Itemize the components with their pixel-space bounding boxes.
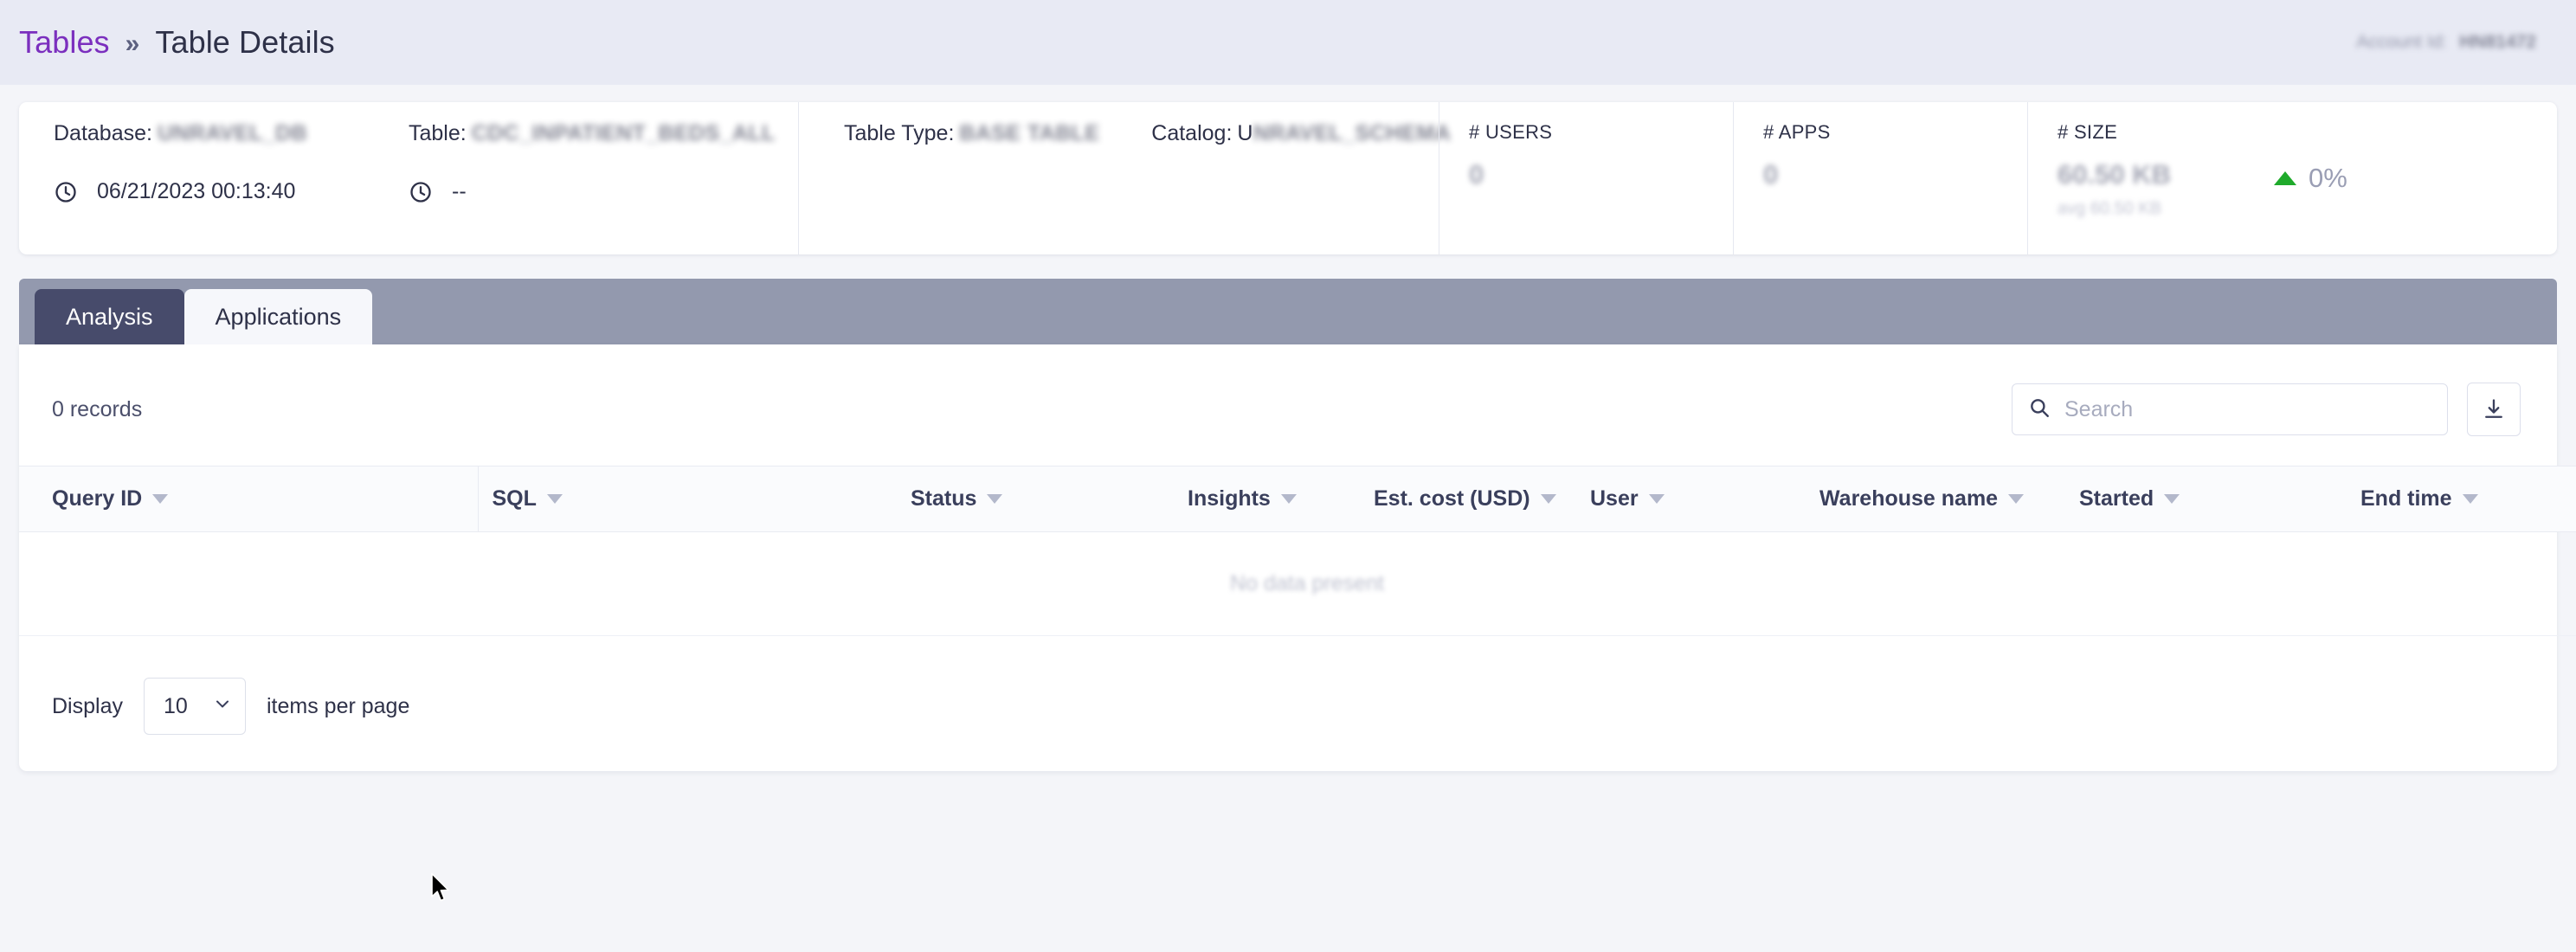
records-count: 0 records <box>52 397 142 422</box>
column-header-warehouse-name[interactable]: Warehouse name <box>1819 466 2079 532</box>
column-header-insights-label: Insights <box>1188 486 1271 511</box>
database-block: Database: UNRAVEL_DB 06/21/2023 00:13:40 <box>19 102 374 254</box>
metric-apps-label: # APPS <box>1763 121 2027 144</box>
sort-caret-icon[interactable] <box>2164 494 2180 504</box>
catalog-label: Catalog: <box>1151 121 1232 146</box>
search-input[interactable] <box>2064 397 2431 422</box>
table-value: CDC_INPATIENT_BEDS_ALL <box>472 121 776 146</box>
breadcrumb-link-tables[interactable]: Tables <box>19 24 110 61</box>
sort-caret-icon[interactable] <box>1281 494 1297 504</box>
database-value: UNRAVEL_DB <box>158 121 307 146</box>
table-type-label: Table Type: <box>844 121 954 146</box>
column-header-status[interactable]: Status <box>911 466 1188 532</box>
items-per-page-label: items per page <box>267 694 409 719</box>
column-header-user[interactable]: User <box>1590 466 1819 532</box>
table-name-field: Table: CDC_INPATIENT_BEDS_ALL <box>409 121 798 146</box>
table-type-field: Table Type: BASE TABLE <box>844 121 1099 146</box>
metric-size-value: 60.50 KB <box>2058 159 2274 190</box>
page-size-value: 10 <box>164 694 188 719</box>
sort-caret-icon[interactable] <box>2008 494 2024 504</box>
column-header-insights[interactable]: Insights <box>1188 466 1374 532</box>
catalog-value-hidden: NRAVEL_SCHEMA <box>1253 121 1451 145</box>
column-header-sql-label: SQL <box>493 486 537 511</box>
column-header-sql[interactable]: SQL <box>478 466 911 532</box>
metric-apps: # APPS 0 <box>1733 102 2027 254</box>
catalog-field: Catalog: UNRAVEL_SCHEMA <box>1151 121 1451 146</box>
account-info: Account Id: HN81472 <box>2356 32 2536 53</box>
table-type-value: BASE TABLE <box>959 121 1099 146</box>
column-header-user-label: User <box>1590 486 1639 511</box>
metric-apps-value: 0 <box>1763 159 2027 190</box>
column-header-end-time-label: End time <box>2360 486 2452 511</box>
column-header-end-time[interactable]: End time <box>2360 466 2576 532</box>
table-body: No data present <box>19 532 2576 636</box>
column-header-query-id[interactable]: Query ID <box>19 466 478 532</box>
column-header-est-cost[interactable]: Est. cost (USD) <box>1374 466 1590 532</box>
mouse-cursor <box>430 872 453 905</box>
tab-analysis[interactable]: Analysis <box>35 289 184 344</box>
tab-bar: Analysis Applications <box>19 279 2557 344</box>
tab-applications[interactable]: Applications <box>184 289 373 344</box>
sort-caret-icon[interactable] <box>2463 494 2478 504</box>
catalog-value-visible: U <box>1237 121 1253 145</box>
chevron-down-icon <box>212 693 233 720</box>
modified-time-field: -- <box>409 179 798 204</box>
table-toolbar: 0 records <box>19 344 2557 466</box>
breadcrumb: Tables » Table Details <box>19 24 335 61</box>
breadcrumb-separator-icon: » <box>126 26 140 59</box>
column-header-est-cost-label: Est. cost (USD) <box>1374 486 1530 511</box>
metric-size-label: # SIZE <box>2058 121 2557 144</box>
modified-time-value: -- <box>452 179 467 204</box>
database-field: Database: UNRAVEL_DB <box>54 121 374 146</box>
metric-size: # SIZE 60.50 KB avg 60.50 KB 0% <box>2027 102 2557 254</box>
column-header-warehouse-name-label: Warehouse name <box>1819 486 1998 511</box>
metric-size-average: avg 60.50 KB <box>2058 199 2274 219</box>
catalog-value: UNRAVEL_SCHEMA <box>1237 121 1451 146</box>
applications-table: Query ID SQL Status Insights Est. cost (… <box>19 466 2576 636</box>
table-header-row: Query ID SQL Status Insights Est. cost (… <box>19 466 2576 532</box>
clock-icon <box>409 180 433 204</box>
account-id-value: HN81472 <box>2459 32 2536 53</box>
metric-size-delta: 0% <box>2274 163 2347 194</box>
table-label: Table: <box>409 121 467 146</box>
metric-users-value: 0 <box>1469 159 1733 190</box>
table-block: Table: CDC_INPATIENT_BEDS_ALL -- <box>374 102 798 254</box>
page-size-select[interactable]: 10 <box>144 678 246 735</box>
sort-caret-icon[interactable] <box>547 494 563 504</box>
metric-size-delta-value: 0% <box>2309 163 2347 194</box>
table-empty-row: No data present <box>19 532 2576 636</box>
sort-caret-icon[interactable] <box>987 494 1002 504</box>
no-data-message: No data present <box>19 571 2576 596</box>
trend-up-icon <box>2274 171 2296 185</box>
clock-icon <box>54 180 78 204</box>
display-label: Display <box>52 694 123 719</box>
tab-analysis-label: Analysis <box>66 304 153 331</box>
metric-users: # USERS 0 <box>1439 102 1733 254</box>
metric-users-label: # USERS <box>1469 121 1733 144</box>
database-label: Database: <box>54 121 152 146</box>
column-header-status-label: Status <box>911 486 976 511</box>
sort-caret-icon[interactable] <box>152 494 168 504</box>
tab-applications-label: Applications <box>216 304 342 331</box>
search-box[interactable] <box>2012 383 2448 435</box>
created-time-value: 06/21/2023 00:13:40 <box>97 179 295 204</box>
applications-panel: 0 records <box>19 344 2557 771</box>
search-icon <box>2028 396 2051 423</box>
breadcrumb-current-page: Table Details <box>155 24 334 61</box>
page-body: Database: UNRAVEL_DB 06/21/2023 00:13:40… <box>0 85 2576 771</box>
top-bar: Tables » Table Details Account Id: HN814… <box>0 0 2576 85</box>
table-summary-card: Database: UNRAVEL_DB 06/21/2023 00:13:40… <box>19 102 2557 254</box>
created-time-field: 06/21/2023 00:13:40 <box>54 179 374 204</box>
column-header-started-label: Started <box>2079 486 2154 511</box>
column-header-started[interactable]: Started <box>2079 466 2360 532</box>
column-header-query-id-label: Query ID <box>52 486 142 511</box>
sort-caret-icon[interactable] <box>1541 494 1556 504</box>
pagination-controls: Display 10 items per page <box>19 636 2557 735</box>
sort-caret-icon[interactable] <box>1649 494 1665 504</box>
table-type-catalog-block: Table Type: BASE TABLE Catalog: UNRAVEL_… <box>798 102 1439 254</box>
download-button[interactable] <box>2467 383 2521 436</box>
account-id-label: Account Id: <box>2356 32 2447 53</box>
